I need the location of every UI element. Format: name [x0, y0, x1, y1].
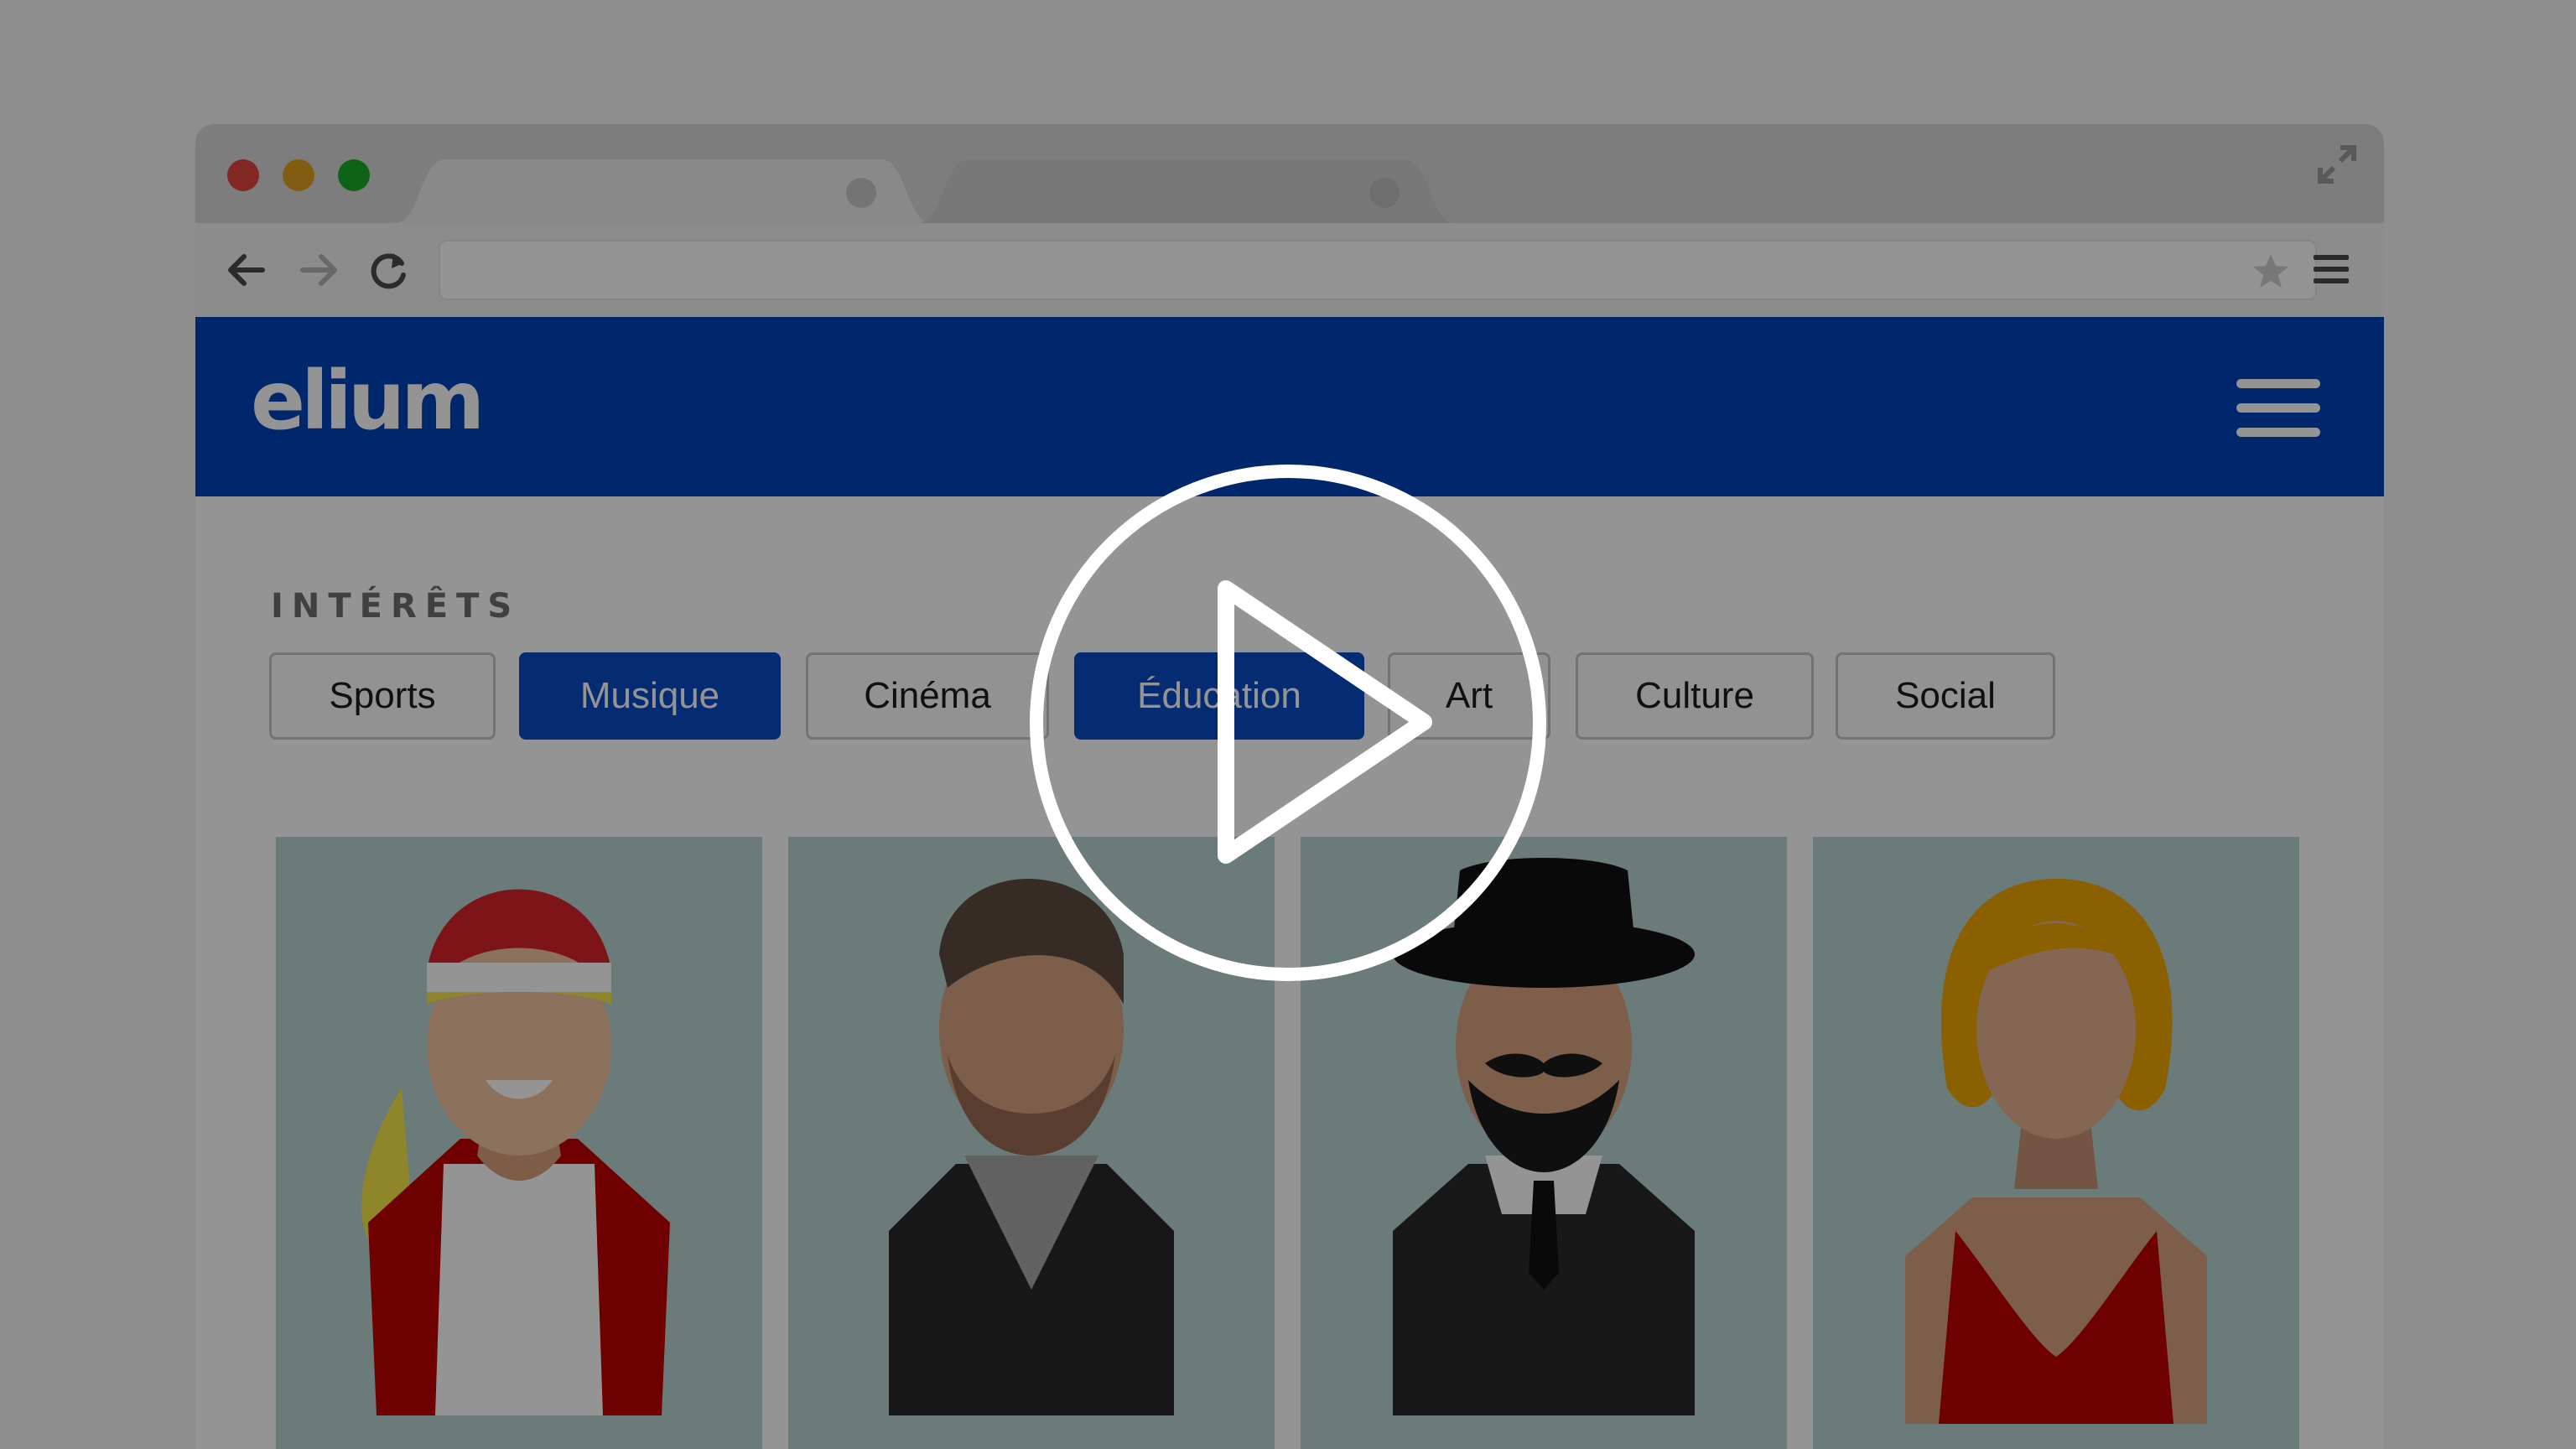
play-icon[interactable]	[1026, 461, 1550, 984]
